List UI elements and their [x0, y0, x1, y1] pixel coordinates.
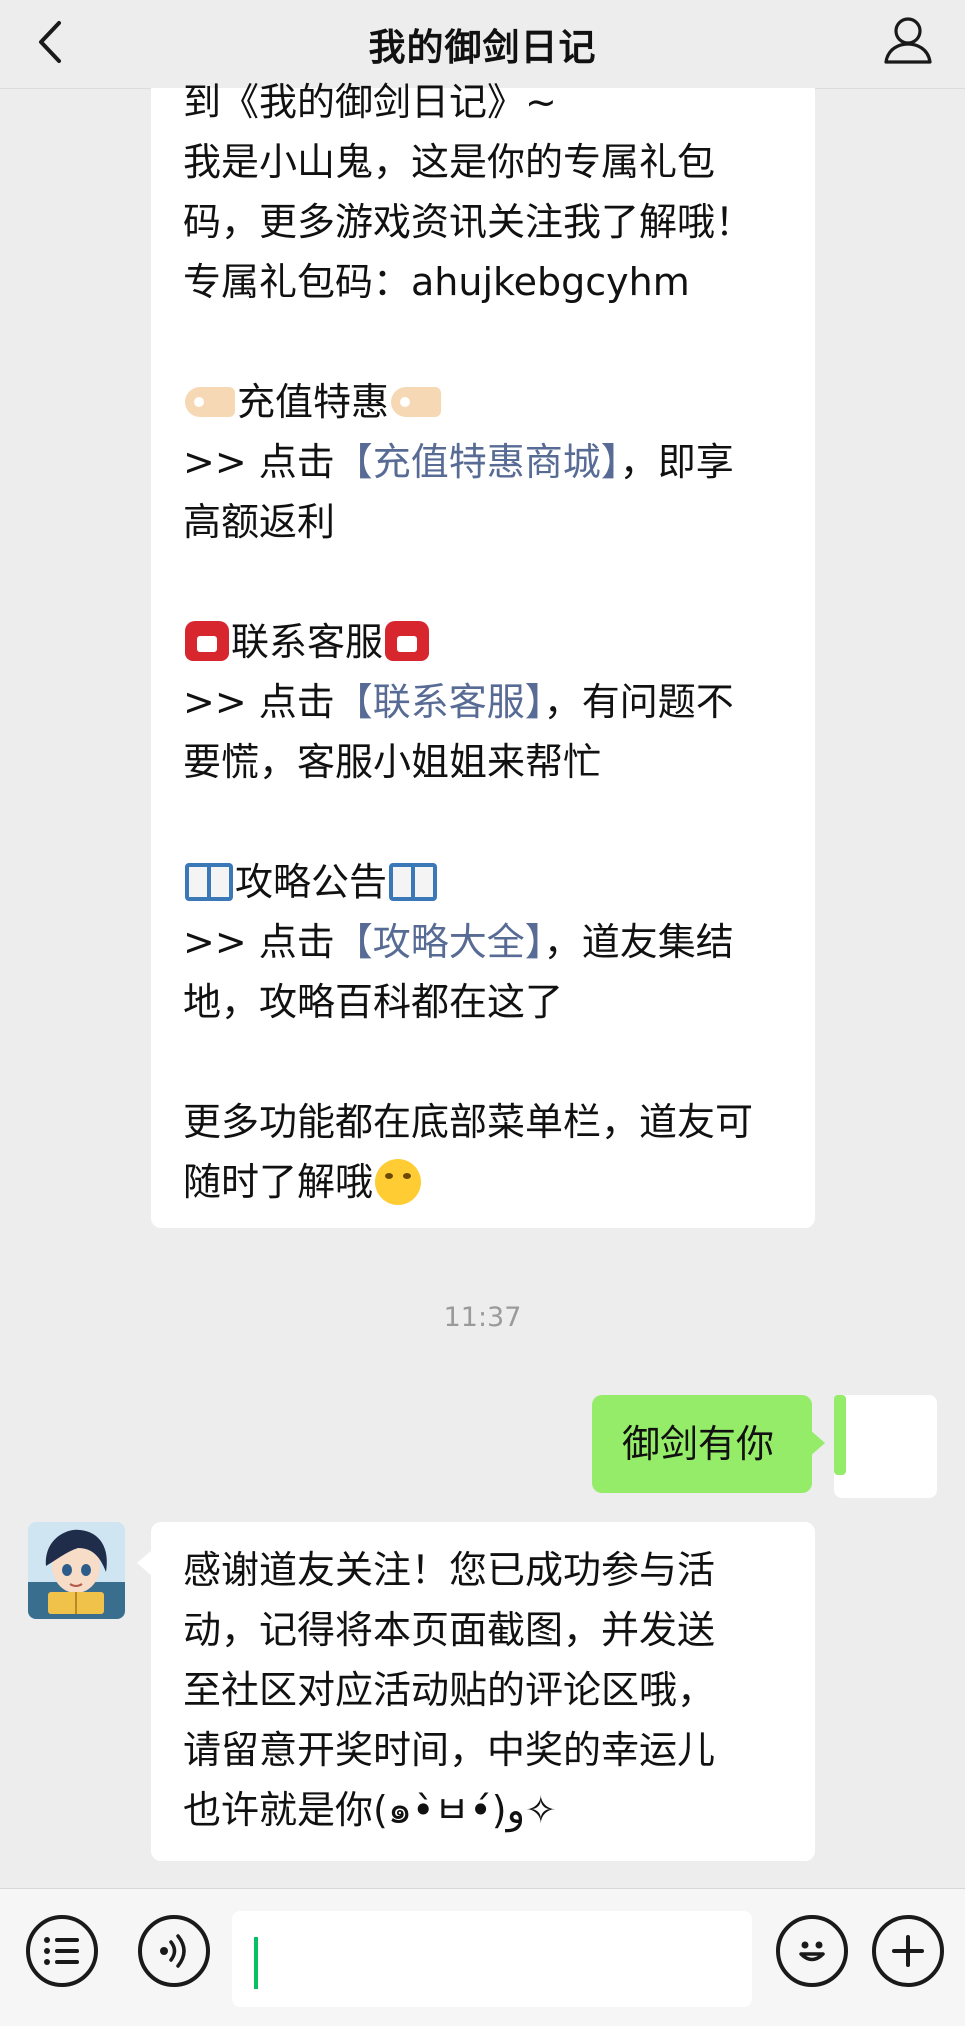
chevron-left-icon — [39, 21, 61, 63]
text-caret — [254, 1937, 258, 1989]
book-icon — [185, 863, 233, 901]
message-text-intro-2: 码，更多游戏资讯关注我了解哦！ — [183, 200, 754, 244]
more-button[interactable] — [872, 1915, 944, 1987]
emoji-button[interactable] — [776, 1915, 848, 1987]
service-line-2: 要慌，客服小姐姐来帮忙 — [183, 740, 602, 784]
list-menu-icon — [44, 1937, 79, 1965]
plus-icon — [892, 1935, 924, 1967]
service-heading: 联系客服 — [183, 612, 791, 672]
more-line-1: 更多功能都在底部菜单栏，道友可 — [183, 1100, 754, 1144]
reply-line-2: 动，记得将本页面截图，并发送 — [183, 1608, 716, 1652]
bot-message-welcome: 到《我的御剑日记》~ 我是小山鬼，这是你的专属礼包 码，更多游戏资讯关注我了解哦… — [151, 80, 815, 1228]
tag-icon — [391, 387, 442, 417]
back-button[interactable] — [26, 14, 74, 70]
tag-icon — [185, 387, 235, 417]
book-icon — [389, 863, 438, 901]
guide-heading-text: 攻略公告 — [235, 860, 388, 904]
gift-code-line: 专属礼包码：ahujkebgcyhm — [183, 260, 690, 304]
chat-title: 我的御剑日记 — [368, 26, 597, 69]
guide-line-2: 地，攻略百科都在这了 — [183, 980, 564, 1024]
recharge-prefix: >> 点击 — [183, 440, 335, 484]
service-prefix: >> 点击 — [183, 680, 335, 724]
chat-area[interactable]: 到《我的御剑日记》~ 我是小山鬼，这是你的专属礼包 码，更多游戏资讯关注我了解哦… — [0, 80, 965, 1888]
user-message[interactable]: 御剑有你 — [592, 1395, 812, 1493]
guide-suffix: ，道友集结 — [543, 920, 734, 964]
thinking-face-icon — [375, 1159, 422, 1205]
customer-service-link[interactable]: 【联系客服】 — [335, 680, 544, 724]
menu-button[interactable] — [26, 1915, 98, 1987]
anime-character-avatar-icon — [28, 1522, 125, 1619]
person-icon — [884, 17, 932, 64]
user-avatar[interactable] — [834, 1395, 937, 1498]
reply-line-3: 至社区对应活动贴的评论区哦， — [183, 1668, 716, 1712]
guide-heading: 攻略公告 — [183, 852, 791, 912]
recharge-mall-link[interactable]: 【充值特惠商城】 — [335, 440, 620, 484]
strategy-guide-link[interactable]: 【攻略大全】 — [335, 920, 544, 964]
user-message-text: 御剑有你 — [622, 1422, 775, 1466]
bot-avatar[interactable] — [28, 1522, 125, 1619]
reply-line-5: 也许就是你(๑•̀ㅂ•́)و✧ — [183, 1788, 557, 1832]
recharge-line-2: 高额返利 — [183, 500, 336, 544]
user-bubble-tail — [809, 1429, 825, 1457]
service-heading-text: 联系客服 — [231, 620, 384, 664]
bot-message-reply: 感谢道友关注！您已成功参与活 动，记得将本页面截图，并发送 至社区对应活动贴的评… — [151, 1522, 815, 1861]
telephone-icon — [185, 621, 229, 661]
reply-line-4: 请留意开奖时间，中奖的幸运儿 — [183, 1728, 716, 1772]
recharge-suffix: ，即享 — [619, 440, 734, 484]
more-line-2: 随时了解哦 — [183, 1152, 791, 1212]
recharge-heading: 充值特惠 — [183, 372, 791, 432]
recharge-line: >> 点击【充值特惠商城】，即享 — [183, 432, 791, 492]
message-text-intro-1: 我是小山鬼，这是你的专属礼包 — [183, 140, 716, 184]
more-line-2-text: 随时了解哦 — [183, 1160, 374, 1204]
service-suffix: ，有问题不 — [543, 680, 734, 724]
message-timestamp: 11:37 — [443, 1302, 522, 1333]
message-input[interactable] — [232, 1911, 752, 2007]
telephone-icon — [385, 621, 430, 661]
voice-icon — [160, 1934, 186, 1968]
guide-prefix: >> 点击 — [183, 920, 335, 964]
smiley-icon — [799, 1941, 825, 1962]
bot-bubble-tail — [137, 1550, 152, 1576]
voice-button[interactable] — [138, 1915, 210, 1987]
recharge-heading-text: 充值特惠 — [237, 380, 390, 424]
input-toolbar — [0, 1888, 965, 2026]
user-avatar-edge — [834, 1395, 846, 1475]
guide-line: >> 点击【攻略大全】，道友集结 — [183, 912, 791, 972]
reply-line-1: 感谢道友关注！您已成功参与活 — [183, 1548, 716, 1592]
service-line: >> 点击【联系客服】，有问题不 — [183, 672, 791, 732]
message-text-cutoff: 到《我的御剑日记》~ — [183, 80, 557, 124]
profile-button[interactable] — [879, 8, 937, 72]
